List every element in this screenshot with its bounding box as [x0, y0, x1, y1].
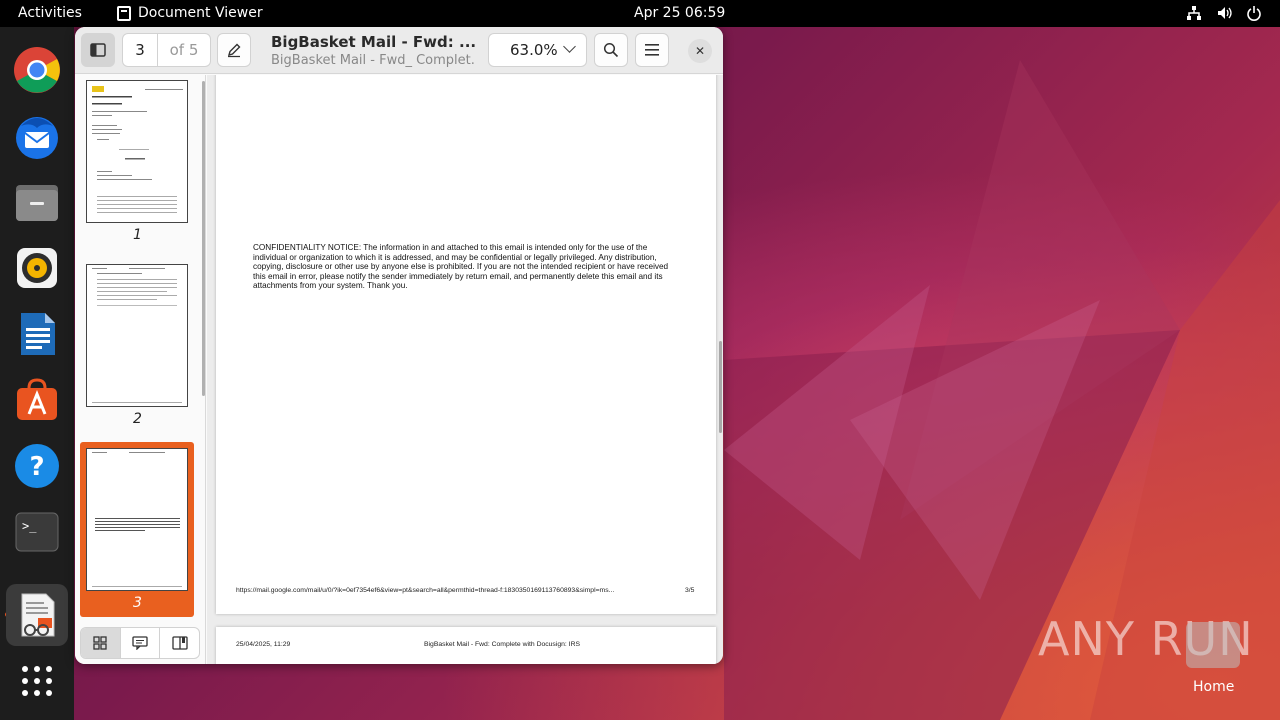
page-thumbnail-3[interactable]	[86, 448, 188, 591]
document-scrollbar[interactable]	[719, 341, 722, 433]
libreoffice-writer-icon[interactable]	[13, 310, 61, 358]
document-view[interactable]: CONFIDENTIALITY NOTICE: The information …	[207, 75, 723, 664]
svg-text:>_: >_	[22, 519, 37, 533]
show-apps-icon[interactable]	[13, 657, 61, 705]
document-viewer-window: 3 of 5 BigBasket Mail - Fwd: ... BigBask…	[75, 27, 723, 664]
sidebar-scrollbar[interactable]	[202, 81, 205, 396]
main-menu-button[interactable]	[635, 33, 669, 67]
app-name: Document Viewer	[138, 5, 263, 21]
book-icon	[172, 636, 188, 650]
bookmarks-tab[interactable]	[160, 628, 199, 658]
clock[interactable]: Apr 25 06:59	[634, 5, 725, 21]
annotations-tab[interactable]	[121, 628, 161, 658]
window-title-block: BigBasket Mail - Fwd: ... BigBasket Mail…	[271, 33, 476, 68]
home-label: Home	[1193, 679, 1235, 695]
files-icon[interactable]	[13, 178, 61, 226]
top-bar: Activities Document Viewer Apr 25 06:59	[0, 0, 1280, 27]
document-viewer-icon	[117, 5, 131, 21]
terminal-icon[interactable]: >_	[13, 508, 61, 556]
document-page-3: CONFIDENTIALITY NOTICE: The information …	[216, 75, 716, 614]
page-footer-url: https://mail.google.com/mail/u/0/?ik=0ef…	[236, 587, 615, 594]
window-subtitle: BigBasket Mail - Fwd_ Complet...	[271, 53, 476, 68]
confidentiality-notice: CONFIDENTIALITY NOTICE: The information …	[253, 243, 669, 291]
window-title: BigBasket Mail - Fwd: ...	[271, 33, 476, 51]
thumbnail-sidebar: 1 2 3	[75, 75, 206, 664]
dock: ? >_	[0, 27, 74, 720]
thumbnail-label-3: 3	[133, 595, 142, 611]
chevron-down-icon	[563, 40, 576, 53]
activities-button[interactable]: Activities	[18, 5, 82, 21]
thumbnail-content	[92, 268, 182, 403]
page-footer-number: 3/5	[685, 587, 695, 594]
thumbnails-tab[interactable]	[81, 628, 121, 658]
document-page-4: 25/04/2025, 11:29 BigBasket Mail - Fwd: …	[216, 627, 716, 664]
header-bar: 3 of 5 BigBasket Mail - Fwd: ... BigBask…	[75, 27, 723, 74]
thumbnail-label-1: 1	[133, 227, 142, 243]
search-icon	[603, 42, 619, 58]
app-center-icon[interactable]	[13, 376, 61, 424]
page-number-entry[interactable]: 3 of 5	[122, 33, 211, 67]
close-icon: ✕	[694, 44, 706, 58]
zoom-level: 63.0%	[510, 41, 558, 59]
thumbnail-content	[92, 86, 183, 213]
page-thumbnail-2[interactable]	[86, 264, 188, 407]
thunderbird-icon[interactable]	[13, 112, 61, 160]
home-folder-icon[interactable]	[1186, 622, 1240, 668]
pen-icon	[227, 43, 241, 58]
help-icon[interactable]: ?	[13, 442, 61, 490]
close-button[interactable]: ✕	[688, 39, 712, 63]
page-thumbnail-1[interactable]	[86, 80, 188, 223]
app-menu[interactable]: Document Viewer	[117, 5, 263, 21]
sidebar-icon	[90, 43, 106, 57]
rhythmbox-icon[interactable]	[13, 244, 61, 292]
volume-icon	[1218, 7, 1232, 19]
power-icon	[1247, 6, 1261, 21]
document-viewer-dock-icon[interactable]	[6, 584, 68, 646]
search-button[interactable]	[594, 33, 628, 67]
page-header-title: BigBasket Mail - Fwd: Complete with Docu…	[424, 641, 581, 648]
page-count-label: of 5	[169, 41, 199, 59]
hamburger-icon	[645, 44, 659, 56]
svg-text:?: ?	[29, 452, 44, 482]
network-icon	[1187, 6, 1201, 20]
grid-icon	[93, 636, 107, 650]
current-page-input[interactable]: 3	[123, 34, 158, 66]
zoom-selector[interactable]: 63.0%	[488, 33, 587, 67]
page-header-date: 25/04/2025, 11:29	[236, 641, 291, 648]
chrome-icon[interactable]	[13, 46, 61, 94]
sidebar-toggle-button[interactable]	[81, 33, 115, 67]
sidebar-view-switcher	[80, 627, 200, 659]
comment-icon	[132, 636, 148, 650]
annotate-button[interactable]	[217, 33, 251, 67]
system-tray[interactable]	[1186, 5, 1262, 21]
thumbnail-label-2: 2	[133, 411, 142, 427]
thumbnail-content	[92, 452, 182, 587]
